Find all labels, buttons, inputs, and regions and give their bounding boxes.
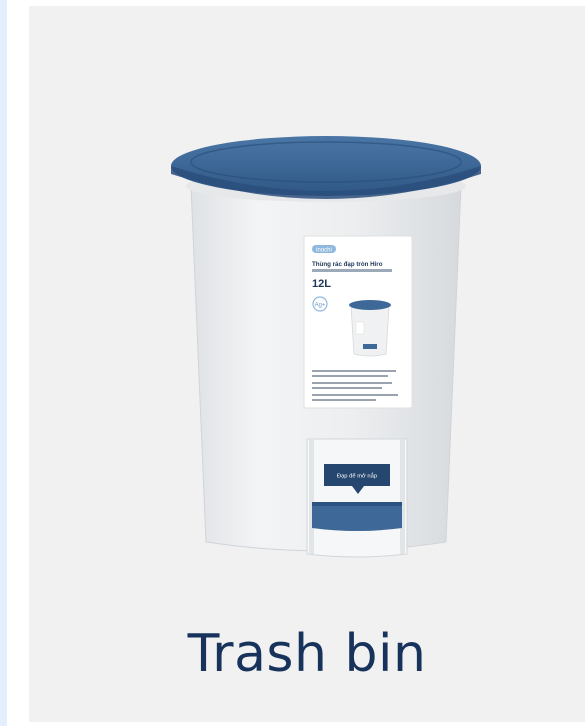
brand-text: inochi: [316, 248, 332, 254]
product-image[interactable]: inochi Thùng rác đạp tròn Hiro 12L Ag+ Đ…: [161, 124, 491, 564]
pedal: [312, 504, 402, 531]
pedal-housing: [306, 438, 408, 558]
trash-bin-illustration: inochi Thùng rác đạp tròn Hiro 12L Ag+ Đ…: [171, 136, 481, 558]
left-edge-bar: [0, 0, 7, 726]
pedal-tag-text: Đạp để mở nắp: [337, 473, 377, 480]
bin-lid: [171, 136, 481, 196]
product-caption[interactable]: Trash bin: [29, 624, 585, 684]
ag-badge-text: Ag+: [315, 303, 326, 309]
product-card[interactable]: inochi Thùng rác đạp tròn Hiro 12L Ag+ Đ…: [29, 6, 585, 722]
capacity-text: 12L: [312, 278, 331, 290]
product-name-text: Thùng rác đạp tròn Hiro: [312, 261, 383, 268]
